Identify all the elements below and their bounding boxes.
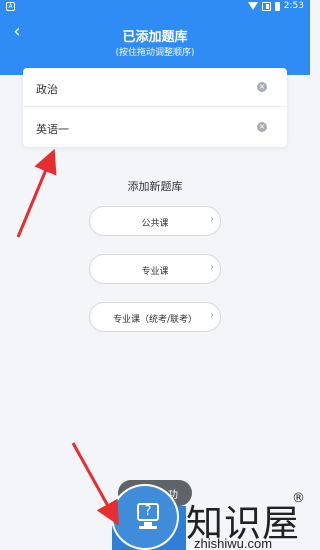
remove-icon[interactable]: × — [257, 82, 267, 92]
added-bank-list: 政治 × 英语一 × — [23, 68, 287, 147]
list-item-english[interactable]: 英语一 × — [23, 108, 287, 147]
help-monitor-logo: ? — [111, 484, 179, 550]
watermark-url: zhishiwu.com — [194, 536, 273, 550]
annotation-arrow-bottom — [71, 442, 119, 526]
notification-app-icon: A — [6, 2, 15, 11]
status-icons: 2:53 — [247, 1, 304, 11]
registered-mark: ® — [292, 491, 305, 506]
battery-icon — [274, 1, 280, 11]
status-bar: A 2:53 — [0, 0, 310, 14]
page-title: 已添加题库 — [122, 30, 188, 45]
signal-icon — [261, 1, 271, 11]
button-label: 公共课 — [141, 219, 169, 229]
monitor-icon: ? — [137, 503, 159, 521]
list-item-label: 英语一 — [36, 123, 69, 136]
remove-icon[interactable]: × — [257, 122, 267, 132]
chevron-right-icon: › — [210, 262, 214, 273]
page-subtitle: (按住拖动调整顺序) — [115, 48, 195, 58]
header: ‹ 已添加题库 (按住拖动调整顺序) — [0, 14, 310, 75]
button-label: 专业课 — [141, 267, 169, 277]
list-item-label: 政治 — [36, 83, 58, 96]
add-section-title: 添加新题库 — [127, 180, 183, 193]
wifi-icon — [247, 2, 258, 10]
major-course-button[interactable]: 专业课 › — [89, 254, 221, 284]
list-item-politics[interactable]: 政治 × — [23, 68, 287, 107]
annotation-arrow-top — [16, 148, 57, 238]
monitor-base — [139, 526, 157, 529]
button-label: 专业课（统考/联考） — [112, 315, 198, 325]
status-time: 2:53 — [283, 1, 304, 11]
chevron-right-icon: › — [210, 310, 214, 321]
chevron-right-icon: › — [210, 214, 214, 225]
unified-exam-course-button[interactable]: 专业课（统考/联考） › — [89, 302, 221, 332]
public-course-button[interactable]: 公共课 › — [89, 206, 221, 236]
